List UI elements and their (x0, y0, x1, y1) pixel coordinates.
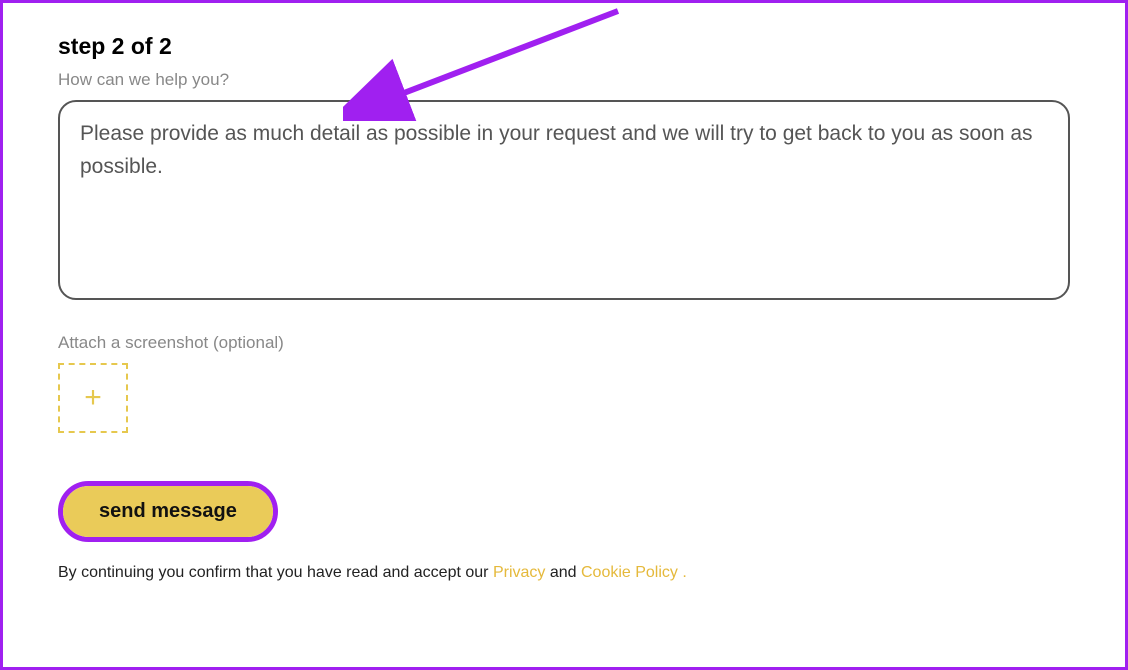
attach-upload-box[interactable]: + (58, 363, 128, 433)
form-frame: step 2 of 2 How can we help you? Attach … (0, 0, 1128, 670)
disclaimer-text: By continuing you confirm that you have … (58, 564, 1070, 582)
send-button-highlight: send message (58, 481, 278, 542)
disclaimer-prefix: By continuing you confirm that you have … (58, 564, 493, 581)
send-message-button[interactable]: send message (63, 486, 273, 537)
attach-label: Attach a screenshot (optional) (58, 333, 1070, 353)
help-label: How can we help you? (58, 70, 1070, 90)
message-input[interactable] (58, 100, 1070, 300)
plus-icon: + (84, 383, 102, 413)
cookie-policy-link[interactable]: Cookie Policy . (581, 564, 687, 581)
step-title: step 2 of 2 (58, 33, 1070, 60)
disclaimer-and: and (545, 564, 581, 581)
privacy-link[interactable]: Privacy (493, 564, 545, 581)
